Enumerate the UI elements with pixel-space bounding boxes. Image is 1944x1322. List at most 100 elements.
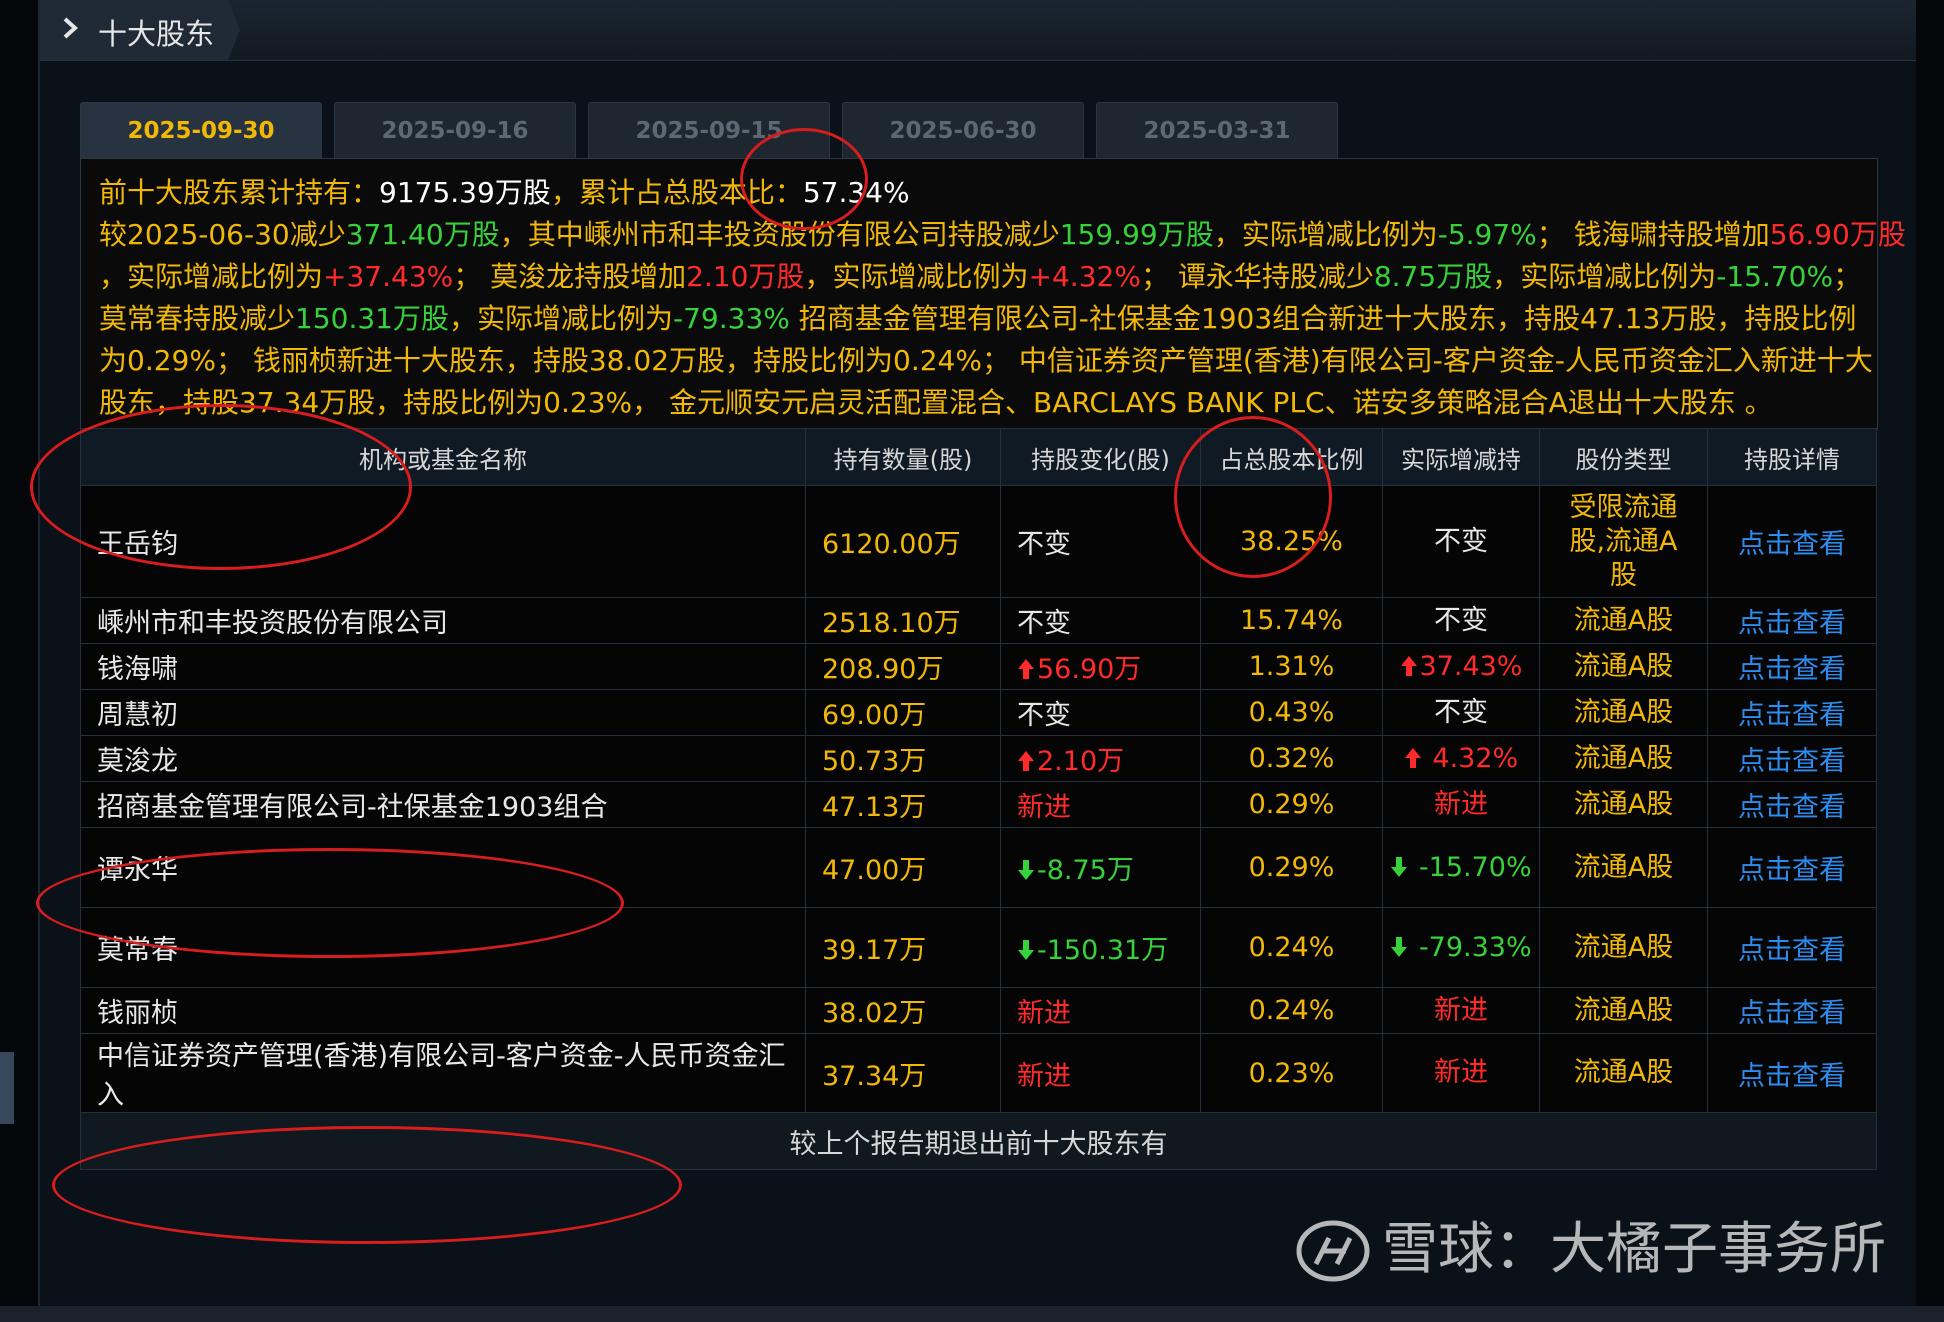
- share-type: 流通A股: [1539, 643, 1708, 690]
- holder-change-value: 56.90万: [1037, 654, 1142, 685]
- summary-text: ； 莫浚龙持股增加: [453, 260, 687, 293]
- share-type: 流通A股: [1539, 781, 1708, 828]
- view-detail-link[interactable]: 点击查看: [1707, 689, 1877, 736]
- summary-line-6: 股东，持股37.34万股，持股比例为0.23%， 金元顺安元启灵活配置混合、BA…: [99, 386, 1773, 419]
- summary-decrease-value: 150.31万股: [295, 302, 449, 335]
- tab-2025-09-16[interactable]: 2025-09-16: [334, 102, 576, 159]
- summary-text: ，实际增减比例为: [804, 260, 1029, 293]
- holder-pct: 0.32%: [1200, 735, 1383, 782]
- holder-actual-value: 不变: [1434, 525, 1488, 557]
- holder-change-value: 新进: [1017, 792, 1071, 823]
- share-type: 流通A股: [1539, 735, 1708, 782]
- arrow-up-icon: [1018, 751, 1034, 771]
- holder-change: 不变: [1000, 485, 1201, 598]
- view-detail-link[interactable]: 点击查看: [1707, 643, 1877, 690]
- table-row: 中信证券资产管理(香港)有限公司-客户资金-人民币资金汇入 37.34万 新进 0.2…: [80, 1033, 1877, 1113]
- table-footer-row: 较上个报告期退出前十大股东有: [80, 1112, 1877, 1170]
- summary-total-pct: 57.34%: [802, 176, 910, 209]
- summary-text: ，实际增减比例为: [99, 260, 324, 293]
- holder-name: 莫浚龙: [80, 735, 806, 782]
- summary-increase-value: 56.90万股: [1769, 218, 1906, 251]
- side-scroll-handle[interactable]: [0, 1052, 14, 1124]
- holder-actual: 不变: [1382, 597, 1540, 644]
- share-type: 流通A股: [1539, 827, 1708, 908]
- summary-decrease-value: 8.75万股: [1373, 260, 1493, 293]
- tab-2025-03-31[interactable]: 2025-03-31: [1096, 102, 1338, 159]
- holder-actual-value: -15.70%: [1410, 851, 1532, 883]
- holder-name: 周慧初: [80, 689, 806, 736]
- holder-qty: 69.00万: [805, 689, 1001, 736]
- summary-text: ，实际增减比例为: [449, 302, 674, 335]
- summary-decrease-pct: -5.97%: [1437, 218, 1537, 251]
- summary-decrease-pct: -15.70%: [1716, 260, 1834, 293]
- summary-text: ，实际增减比例为: [1213, 218, 1438, 251]
- xueqiu-logo-icon: [1296, 1220, 1370, 1282]
- table-row: 王岳钧 6120.00万 不变 38.25% 不变 受限流通股,流通A股 点击查看: [80, 485, 1877, 598]
- table-row: 钱海啸 208.90万 56.90万 1.31% 37.43% 流通A股 点击查看: [80, 643, 1877, 690]
- summary-line-5: 为0.29%； 钱丽桢新进十大股东，持股38.02万股，持股比例为0.24%； …: [99, 344, 1873, 377]
- table-row: 莫浚龙 50.73万 2.10万 0.32% 4.32% 流通A股 点击查看: [80, 735, 1877, 782]
- holder-change: 不变: [1000, 689, 1201, 736]
- summary-box: 前十大股东累计持有：9175.39万股，累计占总股本比：57.34% 较2025…: [80, 158, 1906, 430]
- view-detail-link[interactable]: 点击查看: [1707, 781, 1877, 828]
- view-detail-link[interactable]: 点击查看: [1707, 735, 1877, 782]
- watermark: 雪球：大橘子事务所: [1382, 1215, 1886, 1285]
- holder-name: 招商基金管理有限公司-社保基金1903组合: [80, 781, 806, 828]
- tab-2025-09-15[interactable]: 2025-09-15: [588, 102, 830, 159]
- view-detail-link[interactable]: 点击查看: [1707, 1033, 1877, 1113]
- view-detail-link[interactable]: 点击查看: [1707, 597, 1877, 644]
- tab-2025-06-30[interactable]: 2025-06-30: [842, 102, 1084, 159]
- holder-change-value: 2.10万: [1037, 746, 1125, 777]
- holder-change-value: 不变: [1017, 529, 1071, 560]
- holder-actual-value: 不变: [1434, 696, 1488, 728]
- holder-qty: 39.17万: [805, 907, 1001, 988]
- summary-text: ，其中嵊州市和丰投资股份有限公司持股减少: [499, 218, 1060, 251]
- summary-increase-pct: +37.43%: [323, 260, 454, 293]
- holder-actual: 37.43%: [1382, 643, 1540, 690]
- summary-decrease-value: 159.99万股: [1059, 218, 1214, 251]
- holder-pct: 0.23%: [1200, 1033, 1383, 1113]
- holder-change: 新进: [1000, 987, 1201, 1034]
- share-type: 受限流通股,流通A股: [1539, 485, 1708, 598]
- arrow-down-icon: [1018, 860, 1034, 880]
- holder-qty: 2518.10万: [805, 597, 1001, 644]
- table-row: 嵊州市和丰投资股份有限公司 2518.10万 不变 15.74% 不变 流通A股 点击查看: [80, 597, 1877, 644]
- holder-pct: 1.31%: [1200, 643, 1383, 690]
- watermark-sep: ：: [1494, 1217, 1550, 1282]
- exited-holders-label: 较上个报告期退出前十大股东有: [80, 1112, 1877, 1170]
- holder-actual: 新进: [1382, 987, 1540, 1034]
- bottom-bar: [0, 1306, 1944, 1322]
- arrow-down-icon: [1018, 940, 1034, 960]
- holder-change-value: 不变: [1017, 700, 1071, 731]
- col-header-change: 持股变化(股): [1000, 428, 1201, 486]
- view-detail-link[interactable]: 点击查看: [1707, 907, 1877, 988]
- tab-2025-09-30[interactable]: 2025-09-30: [80, 102, 322, 159]
- arrow-down-icon: [1391, 856, 1408, 877]
- col-header-qty: 持有数量(股): [805, 428, 1001, 486]
- holder-actual-value: 新进: [1434, 788, 1488, 820]
- holder-name: 钱丽桢: [80, 987, 806, 1034]
- holder-change: 不变: [1000, 597, 1201, 644]
- holder-pct: 0.24%: [1200, 987, 1383, 1034]
- summary-increase-value: 2.10万股: [686, 260, 805, 293]
- share-type: 流通A股: [1539, 987, 1708, 1034]
- holder-qty: 47.13万: [805, 781, 1001, 828]
- col-header-pct: 占总股本比例: [1200, 428, 1383, 486]
- table-row: 谭永华 47.00万 -8.75万 0.29% -15.70% 流通A股 点击查看: [80, 827, 1877, 908]
- view-detail-link[interactable]: 点击查看: [1707, 827, 1877, 908]
- panel-header: 十大股东: [40, 0, 1916, 61]
- holder-change-value: 新进: [1017, 998, 1071, 1029]
- holder-actual-value: 不变: [1434, 604, 1488, 636]
- summary-total-shares: 9175.39万股: [379, 176, 551, 209]
- summary-text: ； 钱海啸持股增加: [1536, 218, 1770, 251]
- table-row: 招商基金管理有限公司-社保基金1903组合 47.13万 新进 0.29% 新进 流通A股…: [80, 781, 1877, 828]
- holder-actual-value: 4.32%: [1423, 742, 1519, 774]
- holder-pct: 0.29%: [1200, 827, 1383, 908]
- holder-actual: 新进: [1382, 1033, 1540, 1113]
- holder-actual: 4.32%: [1382, 735, 1540, 782]
- view-detail-link[interactable]: 点击查看: [1707, 485, 1877, 598]
- view-detail-link[interactable]: 点击查看: [1707, 987, 1877, 1034]
- holder-actual: 不变: [1382, 485, 1540, 598]
- share-type: 流通A股: [1539, 1033, 1708, 1113]
- summary-line-4: 莫常春持股减少150.31万股，实际增减比例为-79.33% 招商基金管理有限公…: [99, 298, 1877, 340]
